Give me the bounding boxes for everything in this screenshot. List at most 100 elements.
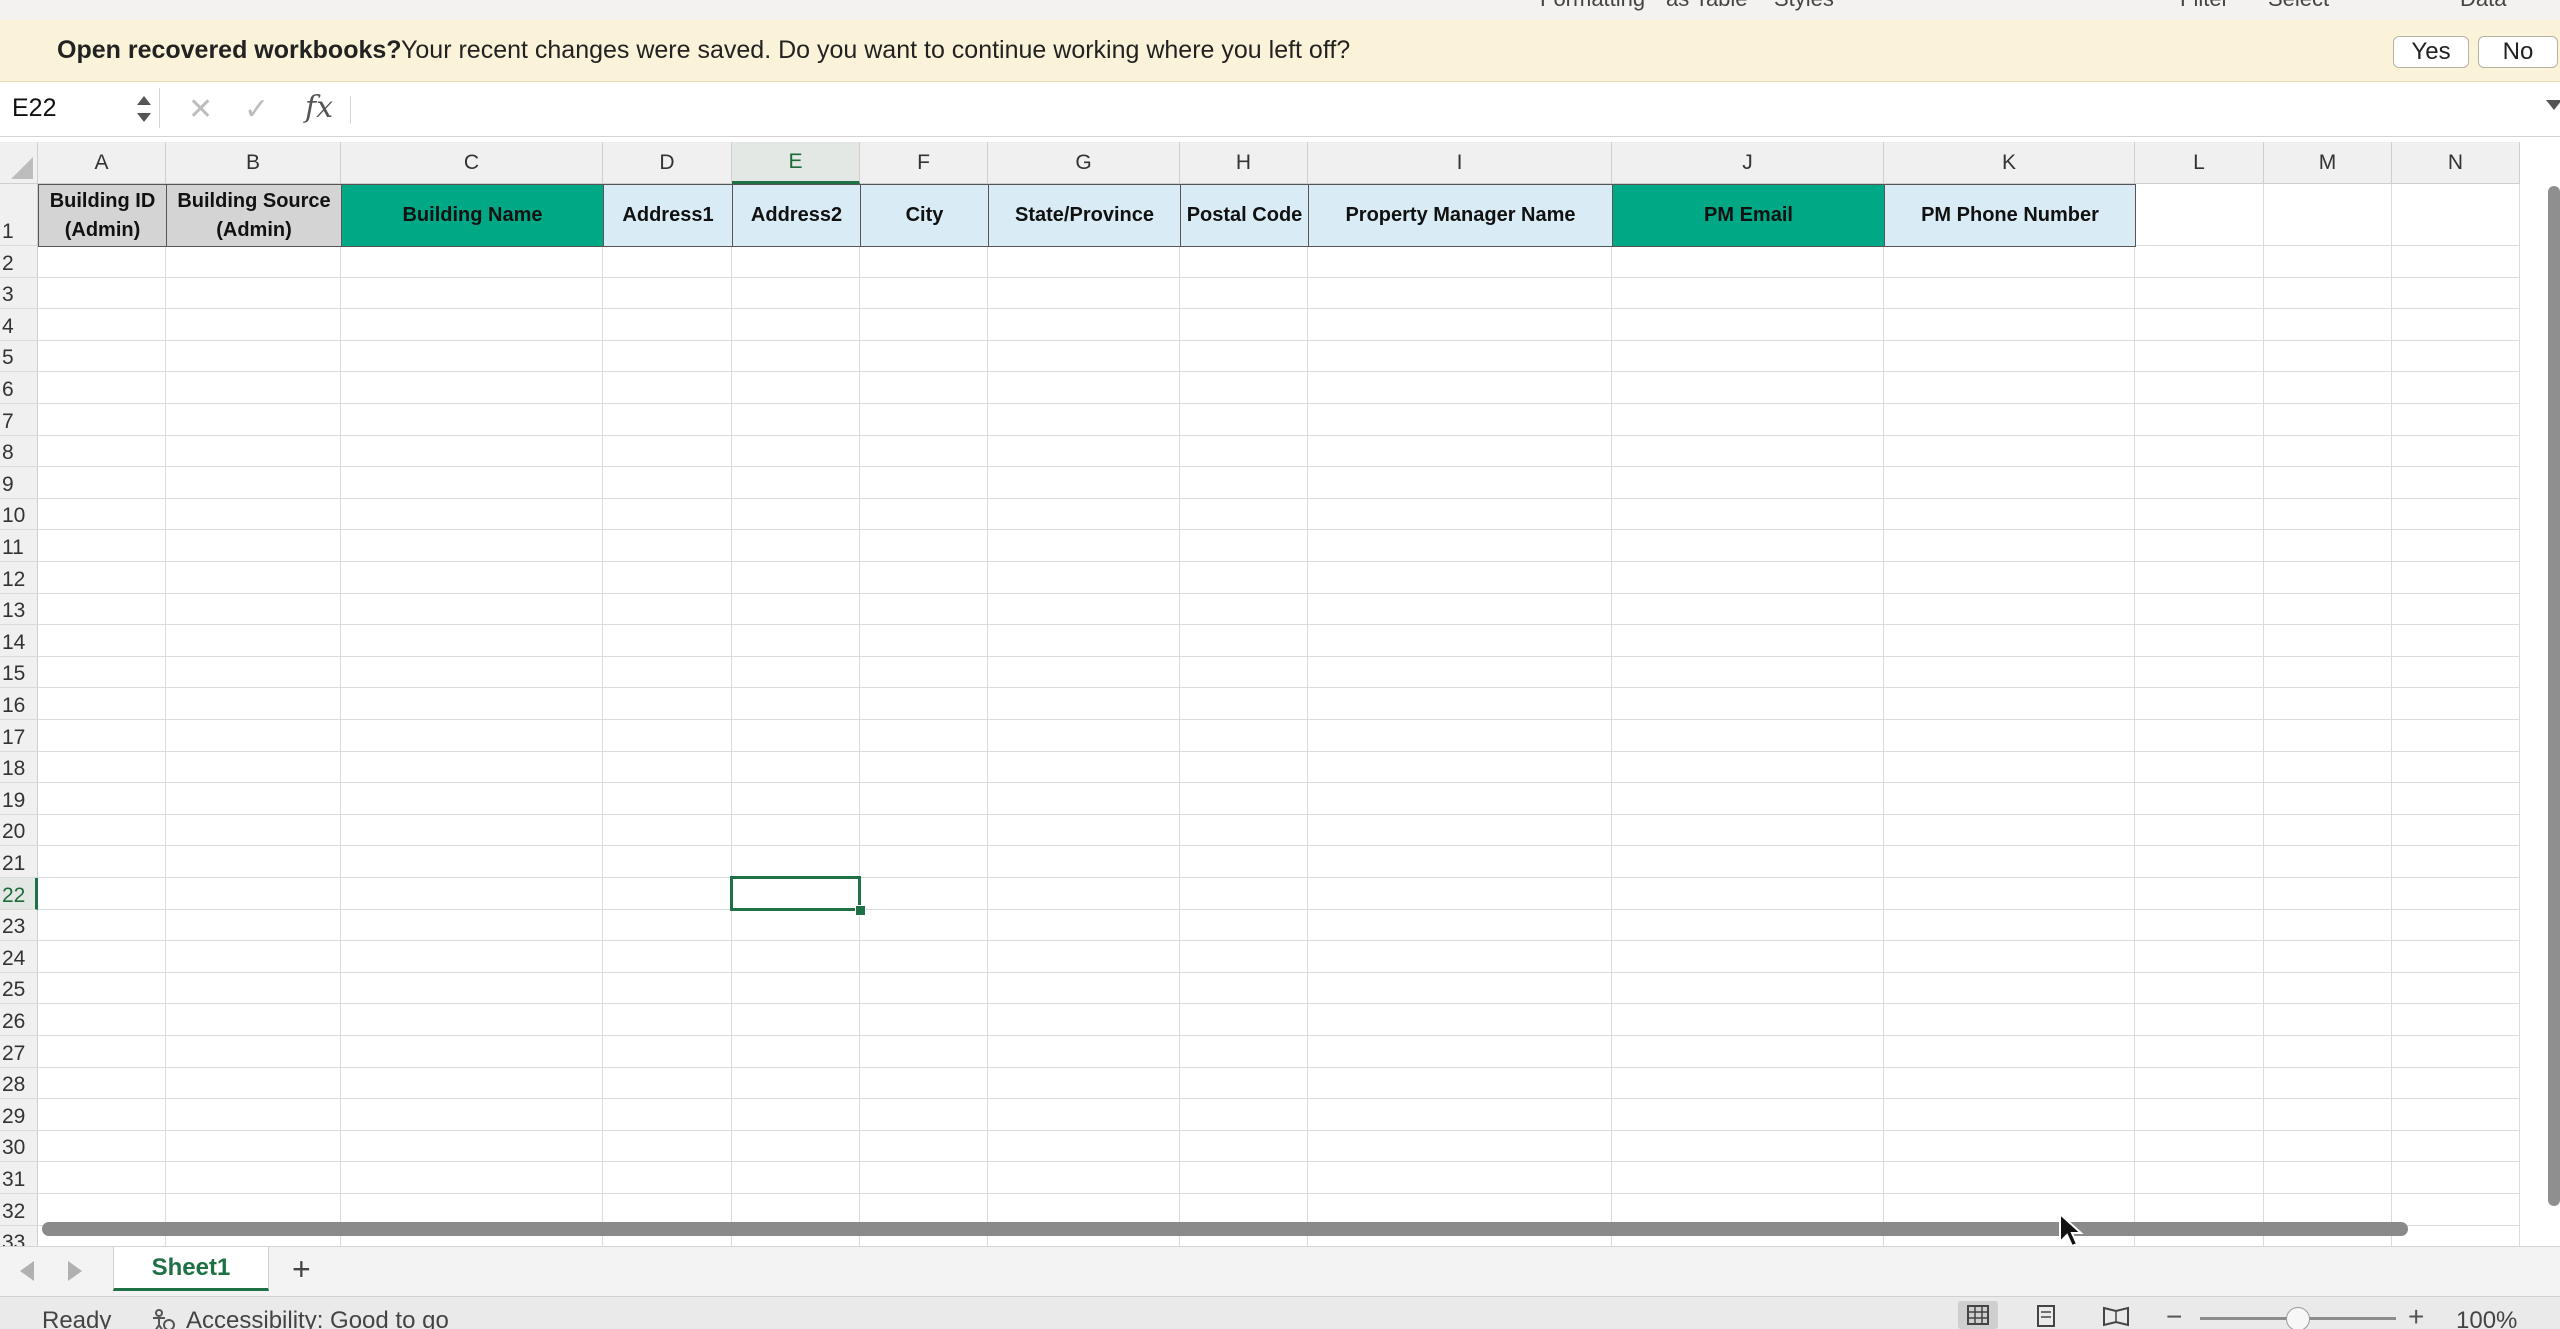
cell-a30[interactable] (38, 1130, 166, 1163)
cell-m3[interactable] (2264, 277, 2392, 310)
column-header-g[interactable]: G (988, 142, 1180, 184)
cell-i18[interactable] (1308, 751, 1612, 784)
cell-i19[interactable] (1308, 783, 1612, 815)
cell-n7[interactable] (2392, 404, 2520, 436)
row-header-19[interactable]: 19 (0, 783, 38, 815)
cell-a13[interactable] (38, 593, 166, 626)
cell-m16[interactable] (2264, 688, 2392, 720)
row-header-5[interactable]: 5 (0, 340, 38, 373)
cell-e21[interactable] (732, 846, 860, 878)
cell-l26[interactable] (2135, 1004, 2264, 1036)
cell-e19[interactable] (732, 783, 860, 815)
cell-k3[interactable] (1884, 277, 2135, 310)
cell-h31[interactable] (1180, 1162, 1308, 1194)
cell-a20[interactable] (38, 814, 166, 847)
cell-k30[interactable] (1884, 1130, 2135, 1163)
cell-b27[interactable] (166, 1036, 341, 1068)
cell-j29[interactable] (1612, 1099, 1884, 1131)
cell-k18[interactable] (1884, 751, 2135, 784)
cell-k29[interactable] (1884, 1099, 2135, 1131)
cell-m4[interactable] (2264, 309, 2392, 341)
header-cell-h[interactable]: Postal Code (1180, 184, 1309, 247)
cell-e5[interactable] (732, 340, 860, 373)
cell-f22[interactable] (860, 878, 988, 910)
cell-l8[interactable] (2135, 435, 2264, 468)
cell-b18[interactable] (166, 751, 341, 784)
cell-h5[interactable] (1180, 340, 1308, 373)
row-header-26[interactable]: 26 (0, 1004, 38, 1036)
cell-g10[interactable] (988, 498, 1180, 531)
cell-i13[interactable] (1308, 593, 1612, 626)
cell-j26[interactable] (1612, 1004, 1884, 1036)
cell-g21[interactable] (988, 846, 1180, 878)
header-cell-b[interactable]: Building Source (Admin) (166, 184, 342, 247)
cell-g2[interactable] (988, 246, 1180, 278)
cell-h2[interactable] (1180, 246, 1308, 278)
cell-g9[interactable] (988, 467, 1180, 499)
cell-d14[interactable] (603, 625, 732, 657)
cell-g5[interactable] (988, 340, 1180, 373)
cell-i3[interactable] (1308, 277, 1612, 310)
cell-f3[interactable] (860, 277, 988, 310)
cell-h17[interactable] (1180, 720, 1308, 752)
cell-c21[interactable] (341, 846, 603, 878)
cell-m31[interactable] (2264, 1162, 2392, 1194)
cell-c12[interactable] (341, 562, 603, 594)
cell-c13[interactable] (341, 593, 603, 626)
row-header-23[interactable]: 23 (0, 909, 38, 942)
row-header-15[interactable]: 15 (0, 656, 38, 689)
cell-m9[interactable] (2264, 467, 2392, 499)
cell-d23[interactable] (603, 909, 732, 942)
cell-k28[interactable] (1884, 1067, 2135, 1100)
cell-d30[interactable] (603, 1130, 732, 1163)
cell-c27[interactable] (341, 1036, 603, 1068)
selected-cell[interactable] (730, 876, 861, 911)
cell-b23[interactable] (166, 909, 341, 942)
cell-n17[interactable] (2392, 720, 2520, 752)
accessibility-status[interactable]: Accessibility: Good to go (186, 1307, 449, 1329)
cell-g22[interactable] (988, 878, 1180, 910)
cell-j17[interactable] (1612, 720, 1884, 752)
row-header-24[interactable]: 24 (0, 941, 38, 973)
cell-a4[interactable] (38, 309, 166, 341)
cell-i5[interactable] (1308, 340, 1612, 373)
select-all-corner[interactable] (0, 142, 38, 184)
cell-e27[interactable] (732, 1036, 860, 1068)
cell-g13[interactable] (988, 593, 1180, 626)
cell-b19[interactable] (166, 783, 341, 815)
horizontal-scrollbar[interactable] (42, 1222, 2408, 1236)
cell-d9[interactable] (603, 467, 732, 499)
cell-k21[interactable] (1884, 846, 2135, 878)
cell-b14[interactable] (166, 625, 341, 657)
cell-a31[interactable] (38, 1162, 166, 1194)
cell-g4[interactable] (988, 309, 1180, 341)
cell-l30[interactable] (2135, 1130, 2264, 1163)
cell-j28[interactable] (1612, 1067, 1884, 1100)
vertical-scrollbar[interactable] (2548, 186, 2560, 1206)
cell-h6[interactable] (1180, 372, 1308, 404)
cell-b3[interactable] (166, 277, 341, 310)
cell-a28[interactable] (38, 1067, 166, 1100)
cell-e30[interactable] (732, 1130, 860, 1163)
cell-m15[interactable] (2264, 656, 2392, 689)
cell-d15[interactable] (603, 656, 732, 689)
cell-i22[interactable] (1308, 878, 1612, 910)
cell-b9[interactable] (166, 467, 341, 499)
cell-m22[interactable] (2264, 878, 2392, 910)
cell-e16[interactable] (732, 688, 860, 720)
cell-g23[interactable] (988, 909, 1180, 942)
cell-h12[interactable] (1180, 562, 1308, 594)
cell-n8[interactable] (2392, 435, 2520, 468)
cell-f5[interactable] (860, 340, 988, 373)
cell-k2[interactable] (1884, 246, 2135, 278)
cell-f9[interactable] (860, 467, 988, 499)
cell-m5[interactable] (2264, 340, 2392, 373)
close-icon[interactable]: ✕ (188, 92, 213, 127)
cell-l15[interactable] (2135, 656, 2264, 689)
cell-g24[interactable] (988, 941, 1180, 973)
cell-k23[interactable] (1884, 909, 2135, 942)
cell-d16[interactable] (603, 688, 732, 720)
cell-m19[interactable] (2264, 783, 2392, 815)
cell-f7[interactable] (860, 404, 988, 436)
cell-j23[interactable] (1612, 909, 1884, 942)
